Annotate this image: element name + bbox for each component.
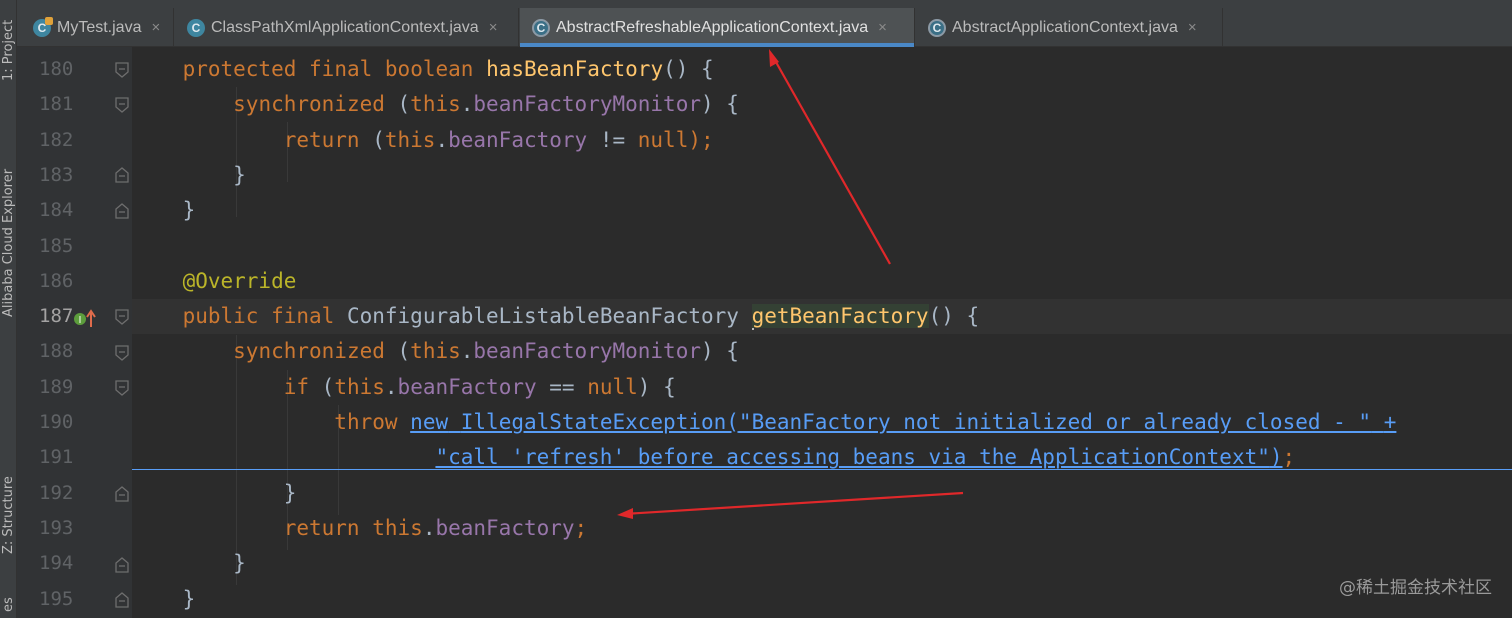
code-line-195: } [132,586,196,611]
favorites-tool-button[interactable]: es [0,590,17,618]
line-number: 188 [39,340,74,363]
alibaba-cloud-explorer-tool-button[interactable]: Alibaba Cloud Explorer [0,140,17,345]
code-editor[interactable]: protected final boolean hasBeanFactory()… [132,47,1512,618]
close-icon[interactable]: × [1188,19,1197,36]
line-number: 184 [39,199,74,222]
java-class-icon: C [187,18,205,37]
line-number: 181 [39,93,74,116]
line-number: 182 [39,128,74,151]
code-line-192: } [132,480,297,505]
code-line-193: return this.beanFactory; [283,515,588,540]
tab-label: AbstractRefreshableApplicationContext.ja… [556,18,869,36]
close-icon[interactable]: × [489,19,498,36]
structure-tool-button[interactable]: Z: Structure [0,455,17,575]
fold-open-icon[interactable] [114,97,130,113]
line-number: 180 [39,58,74,80]
code-line-194: } [132,551,246,576]
editor-gutter[interactable]: 180 181 182 183 184 185 186 187 188 189 … [17,47,132,618]
fold-open-icon[interactable] [114,380,130,396]
code-line-186: @Override [182,268,297,293]
code-line-183: } [132,162,246,187]
exception-link[interactable]: new IllegalStateException("BeanFactory n… [410,410,1396,434]
close-icon[interactable]: × [151,19,160,36]
fold-close-icon[interactable] [114,203,130,219]
java-class-main-icon: C [33,16,53,37]
line-number: 191 [39,446,74,469]
line-number: 193 [39,516,74,539]
svg-text:I: I [79,315,82,326]
line-number: 189 [39,375,74,398]
tab-abstractrefreshableapplicationcontext[interactable]: C AbstractRefreshableApplicationContext.… [520,8,915,47]
fold-close-icon[interactable] [114,557,130,573]
tab-label: ClassPathXmlApplicationContext.java [211,18,479,36]
line-number: 192 [39,481,74,504]
project-tool-button[interactable]: 1: Project [0,0,17,110]
code-line-181: synchronized (this.beanFactoryMonitor) { [233,92,739,117]
watermark: @稀土掘金技术社区 [1339,578,1492,598]
code-line-188: synchronized (this.beanFactoryMonitor) { [233,339,739,364]
tab-label: AbstractApplicationContext.java [952,18,1178,36]
exception-message-link[interactable]: "call 'refresh' before accessing beans v… [435,445,1282,469]
code-line-184: } [132,198,196,223]
code-line-182: return (this.beanFactory != null); [283,127,714,152]
abstract-class-icon: C [532,18,550,37]
tab-label: MyTest.java [57,18,142,36]
code-line-191: "call 'refresh' before accessing beans v… [132,440,1512,471]
fold-close-icon[interactable] [114,167,130,183]
line-number: 185 [39,234,74,257]
code-line-187: public final ConfigurableListableBeanFac… [132,299,1512,335]
line-number: 194 [39,552,74,575]
abstract-class-icon: C [928,18,946,37]
tab-classpathxmlapplicationcontext[interactable]: C ClassPathXmlApplicationContext.java × [175,8,519,47]
fold-open-icon[interactable] [114,309,130,325]
tab-abstractapplicationcontext[interactable]: C AbstractApplicationContext.java × [916,8,1223,47]
tool-window-strip: 1: Project Alibaba Cloud Explorer Z: Str… [0,0,17,618]
fold-close-icon[interactable] [114,486,130,502]
tab-mytest[interactable]: C MyTest.java × [21,8,174,47]
editor-tab-bar: C MyTest.java × C ClassPathXmlApplicatio… [17,0,1512,47]
fold-open-icon[interactable] [114,345,130,361]
fold-open-icon[interactable] [114,62,130,78]
implements-method-icon[interactable]: I [73,309,97,329]
code-line-180: protected final boolean hasBeanFactory()… [182,57,714,81]
close-icon[interactable]: × [878,19,887,36]
line-number: 195 [39,587,74,610]
line-number: 190 [39,411,74,433]
line-number: 183 [39,163,74,186]
fold-close-icon[interactable] [114,592,130,608]
line-number: 186 [39,269,74,292]
code-line-190: throw new IllegalStateException("BeanFac… [334,410,1397,434]
code-line-189: if (this.beanFactory == null) { [283,374,676,399]
